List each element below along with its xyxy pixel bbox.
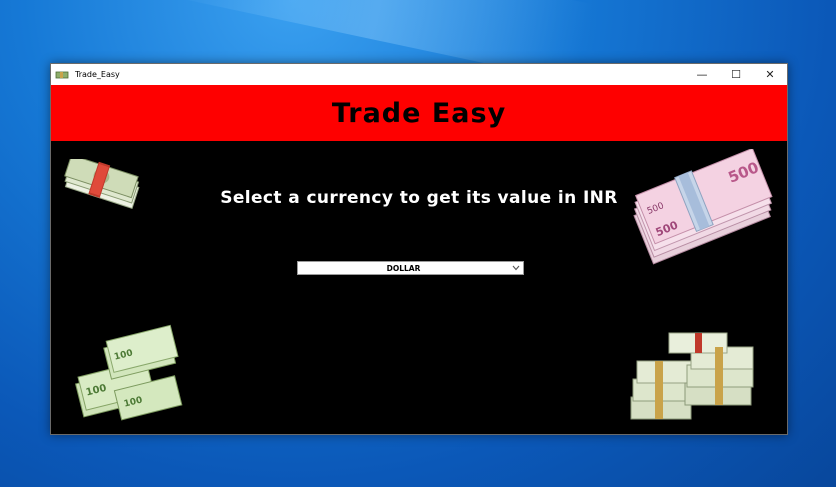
euro-100-stack-image: 100 100 100 (75, 324, 183, 421)
close-button[interactable]: ✕ (753, 64, 787, 85)
currency-select[interactable]: DOLLAR (297, 261, 524, 275)
title-bar[interactable]: Trade_Easy — ☐ ✕ (51, 64, 787, 85)
app-title: Trade Easy (331, 97, 507, 129)
window-controls: — ☐ ✕ (685, 64, 787, 85)
app-window: Trade_Easy — ☐ ✕ Trade Easy Select a cur… (50, 63, 788, 435)
maximize-button[interactable]: ☐ (719, 64, 753, 85)
euro-500-stack-image: 500 500 500 (633, 149, 773, 265)
currency-select-value: DOLLAR (386, 263, 421, 273)
dollar-stack-image (630, 332, 754, 420)
app-icon (55, 69, 71, 81)
header-band: Trade Easy (51, 85, 787, 141)
chevron-down-icon[interactable] (509, 265, 523, 271)
window-title: Trade_Easy (75, 70, 120, 79)
dollar-bundle-image (64, 159, 140, 209)
minimize-button[interactable]: — (685, 64, 719, 85)
main-content: Select a currency to get its value in IN… (51, 141, 787, 434)
